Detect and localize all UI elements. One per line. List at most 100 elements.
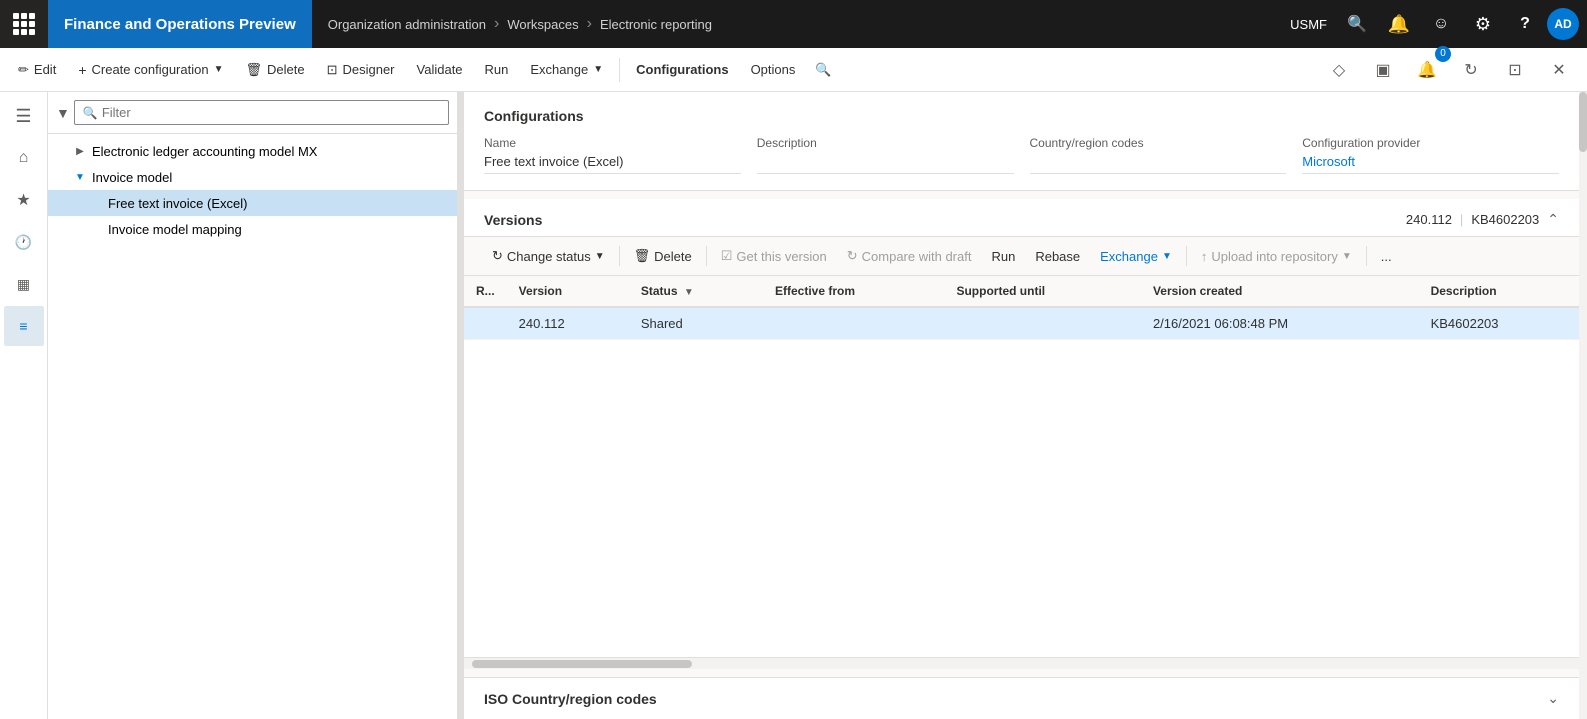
main-layout: ☰ ⌂ ★ 🕐 ▦ ≡ ▼ 🔍 ▶ Electronic ledger acco… — [0, 92, 1587, 719]
refresh-icon[interactable]: ↻ — [1451, 50, 1491, 90]
col-description: Description — [1419, 276, 1579, 307]
versions-collapse-button[interactable]: ⌃ — [1547, 211, 1559, 228]
field-name: Name Free text invoice (Excel) — [484, 136, 741, 174]
iso-expand-icon: ⌄ — [1547, 690, 1559, 707]
help-icon[interactable]: ? — [1505, 4, 1545, 44]
create-configuration-button[interactable]: + Create configuration ▼ — [68, 56, 233, 84]
field-country-value — [1030, 154, 1287, 174]
tree-item-electronic-ledger[interactable]: ▶ Electronic ledger accounting model MX — [48, 138, 457, 164]
sidebar-home[interactable]: ⌂ — [4, 138, 44, 178]
sidebar-list[interactable]: ≡ — [4, 306, 44, 346]
field-name-label: Name — [484, 136, 741, 150]
plus-icon: + — [78, 62, 86, 78]
top-bar: Finance and Operations Preview Organizat… — [0, 0, 1587, 48]
iso-header[interactable]: ISO Country/region codes ⌄ — [464, 678, 1579, 719]
content-panel: Configurations Name Free text invoice (E… — [464, 92, 1579, 719]
breadcrumb-item-1[interactable]: Organization administration — [328, 17, 486, 32]
open-icon[interactable]: ⊡ — [1495, 50, 1535, 90]
vertical-scrollbar[interactable] — [1579, 92, 1587, 719]
cell-effective-from — [763, 307, 944, 340]
change-status-button[interactable]: ↻ Change status ▼ — [484, 243, 613, 269]
gear-icon[interactable]: ⚙ — [1463, 4, 1503, 44]
versions-exchange-button[interactable]: Exchange ▼ — [1092, 244, 1180, 269]
breadcrumb-item-3[interactable]: Electronic reporting — [600, 17, 712, 32]
options-button[interactable]: Options — [741, 56, 806, 83]
configurations-section: Configurations Name Free text invoice (E… — [464, 92, 1579, 191]
sidebar-calendar[interactable]: ▦ — [4, 264, 44, 304]
more-button[interactable]: ... — [1373, 244, 1400, 269]
configurations-title: Configurations — [484, 108, 1559, 124]
delete-button[interactable]: 🗑 Delete — [235, 56, 314, 84]
iso-section: ISO Country/region codes ⌄ — [464, 677, 1579, 719]
breadcrumb-item-2[interactable]: Workspaces — [507, 17, 578, 32]
tree-item-invoice-mapping[interactable]: Invoice model mapping — [48, 216, 457, 242]
filter-input-wrapper[interactable]: 🔍 — [74, 100, 449, 125]
sidebar-star[interactable]: ★ — [4, 180, 44, 220]
cmd-search-icon[interactable]: 🔍 — [815, 62, 831, 78]
sidebar-hamburger[interactable]: ☰ — [4, 96, 44, 136]
versions-toolbar: ↻ Change status ▼ 🗑 Delete ☑ Get this ve… — [464, 237, 1579, 276]
versions-data-table: R... Version Status ▼ Effe — [464, 276, 1579, 340]
cell-version-created: 2/16/2021 06:08:48 PM — [1141, 307, 1419, 340]
horizontal-scrollbar[interactable] — [464, 657, 1579, 669]
field-country-label: Country/region codes — [1030, 136, 1287, 150]
status-filter-icon[interactable]: ▼ — [684, 287, 694, 298]
tree-item-label: Invoice model mapping — [108, 222, 242, 237]
separator-1 — [619, 58, 620, 82]
edit-button[interactable]: ✏ Edit — [8, 56, 66, 84]
configurations-button[interactable]: Configurations — [626, 56, 738, 83]
filter-input[interactable] — [102, 105, 440, 120]
tree-item-invoice-model[interactable]: ▼ Invoice model — [48, 164, 457, 190]
col-version: Version — [507, 276, 629, 307]
bell-icon[interactable]: 🔔 — [1379, 4, 1419, 44]
edit-icon: ✏ — [18, 62, 29, 78]
app-grid-button[interactable] — [0, 0, 48, 48]
col-status: Status ▼ — [629, 276, 763, 307]
tree-item-free-text-invoice[interactable]: Free text invoice (Excel) — [48, 190, 457, 216]
designer-button[interactable]: ⊡ Designer — [317, 56, 405, 84]
vtbtn-sep-1 — [619, 246, 620, 266]
field-country-region: Country/region codes — [1030, 136, 1287, 174]
delete-icon: 🗑 — [245, 62, 262, 78]
sidebar-clock[interactable]: 🕐 — [4, 222, 44, 262]
validate-button[interactable]: Validate — [407, 56, 473, 83]
upload-chevron-icon: ▼ — [1342, 251, 1352, 262]
col-r: R... — [464, 276, 507, 307]
tree-item-label: Electronic ledger accounting model MX — [92, 144, 317, 159]
field-provider-value[interactable]: Microsoft — [1302, 154, 1559, 174]
expand-icon-free-text — [88, 195, 104, 211]
entity-label: USMF — [1282, 17, 1335, 32]
breadcrumb-sep-1: › — [494, 15, 499, 33]
upload-icon: ↑ — [1201, 249, 1208, 264]
scrollbar-thumb[interactable] — [472, 660, 692, 668]
compare-with-draft-button[interactable]: ↻ Compare with draft — [839, 243, 980, 269]
versions-version-number: 240.112 — [1406, 212, 1452, 227]
close-icon[interactable]: ✕ — [1539, 50, 1579, 90]
expand-icon-invoice-model[interactable]: ▼ — [72, 169, 88, 185]
versions-run-button[interactable]: Run — [983, 244, 1023, 269]
grid-icon — [13, 13, 35, 35]
field-description: Description — [757, 136, 1014, 174]
cell-r — [464, 307, 507, 340]
change-status-spin-icon: ↻ — [492, 248, 503, 264]
versions-delete-button[interactable]: 🗑 Delete — [626, 243, 700, 269]
user-avatar[interactable]: AD — [1547, 8, 1579, 40]
vertical-scrollbar-thumb[interactable] — [1579, 92, 1587, 152]
get-this-version-button[interactable]: ☑ Get this version — [713, 243, 835, 269]
versions-table: R... Version Status ▼ Effe — [464, 276, 1579, 657]
exchange-button[interactable]: Exchange ▼ — [520, 56, 613, 83]
search-button[interactable]: 🔍 — [1337, 4, 1377, 44]
table-row[interactable]: 240.112 Shared 2/16/2021 06:08:48 PM KB4… — [464, 307, 1579, 340]
smiley-icon[interactable]: ☺ — [1421, 4, 1461, 44]
run-button[interactable]: Run — [475, 56, 519, 83]
versions-header: Versions 240.112 | KB4602203 ⌃ — [464, 199, 1579, 237]
panel-icon[interactable]: ▣ — [1363, 50, 1403, 90]
expand-icon-mapping — [88, 221, 104, 237]
versions-kb: KB4602203 — [1471, 212, 1539, 227]
diamond-icon[interactable]: ◇ — [1319, 50, 1359, 90]
field-desc-value — [757, 154, 1014, 174]
upload-into-repository-button[interactable]: ↑ Upload into repository ▼ — [1193, 244, 1360, 269]
expand-icon-electronic-ledger[interactable]: ▶ — [72, 143, 88, 159]
tree-panel: ▼ 🔍 ▶ Electronic ledger accounting model… — [48, 92, 458, 719]
versions-rebase-button[interactable]: Rebase — [1027, 244, 1088, 269]
